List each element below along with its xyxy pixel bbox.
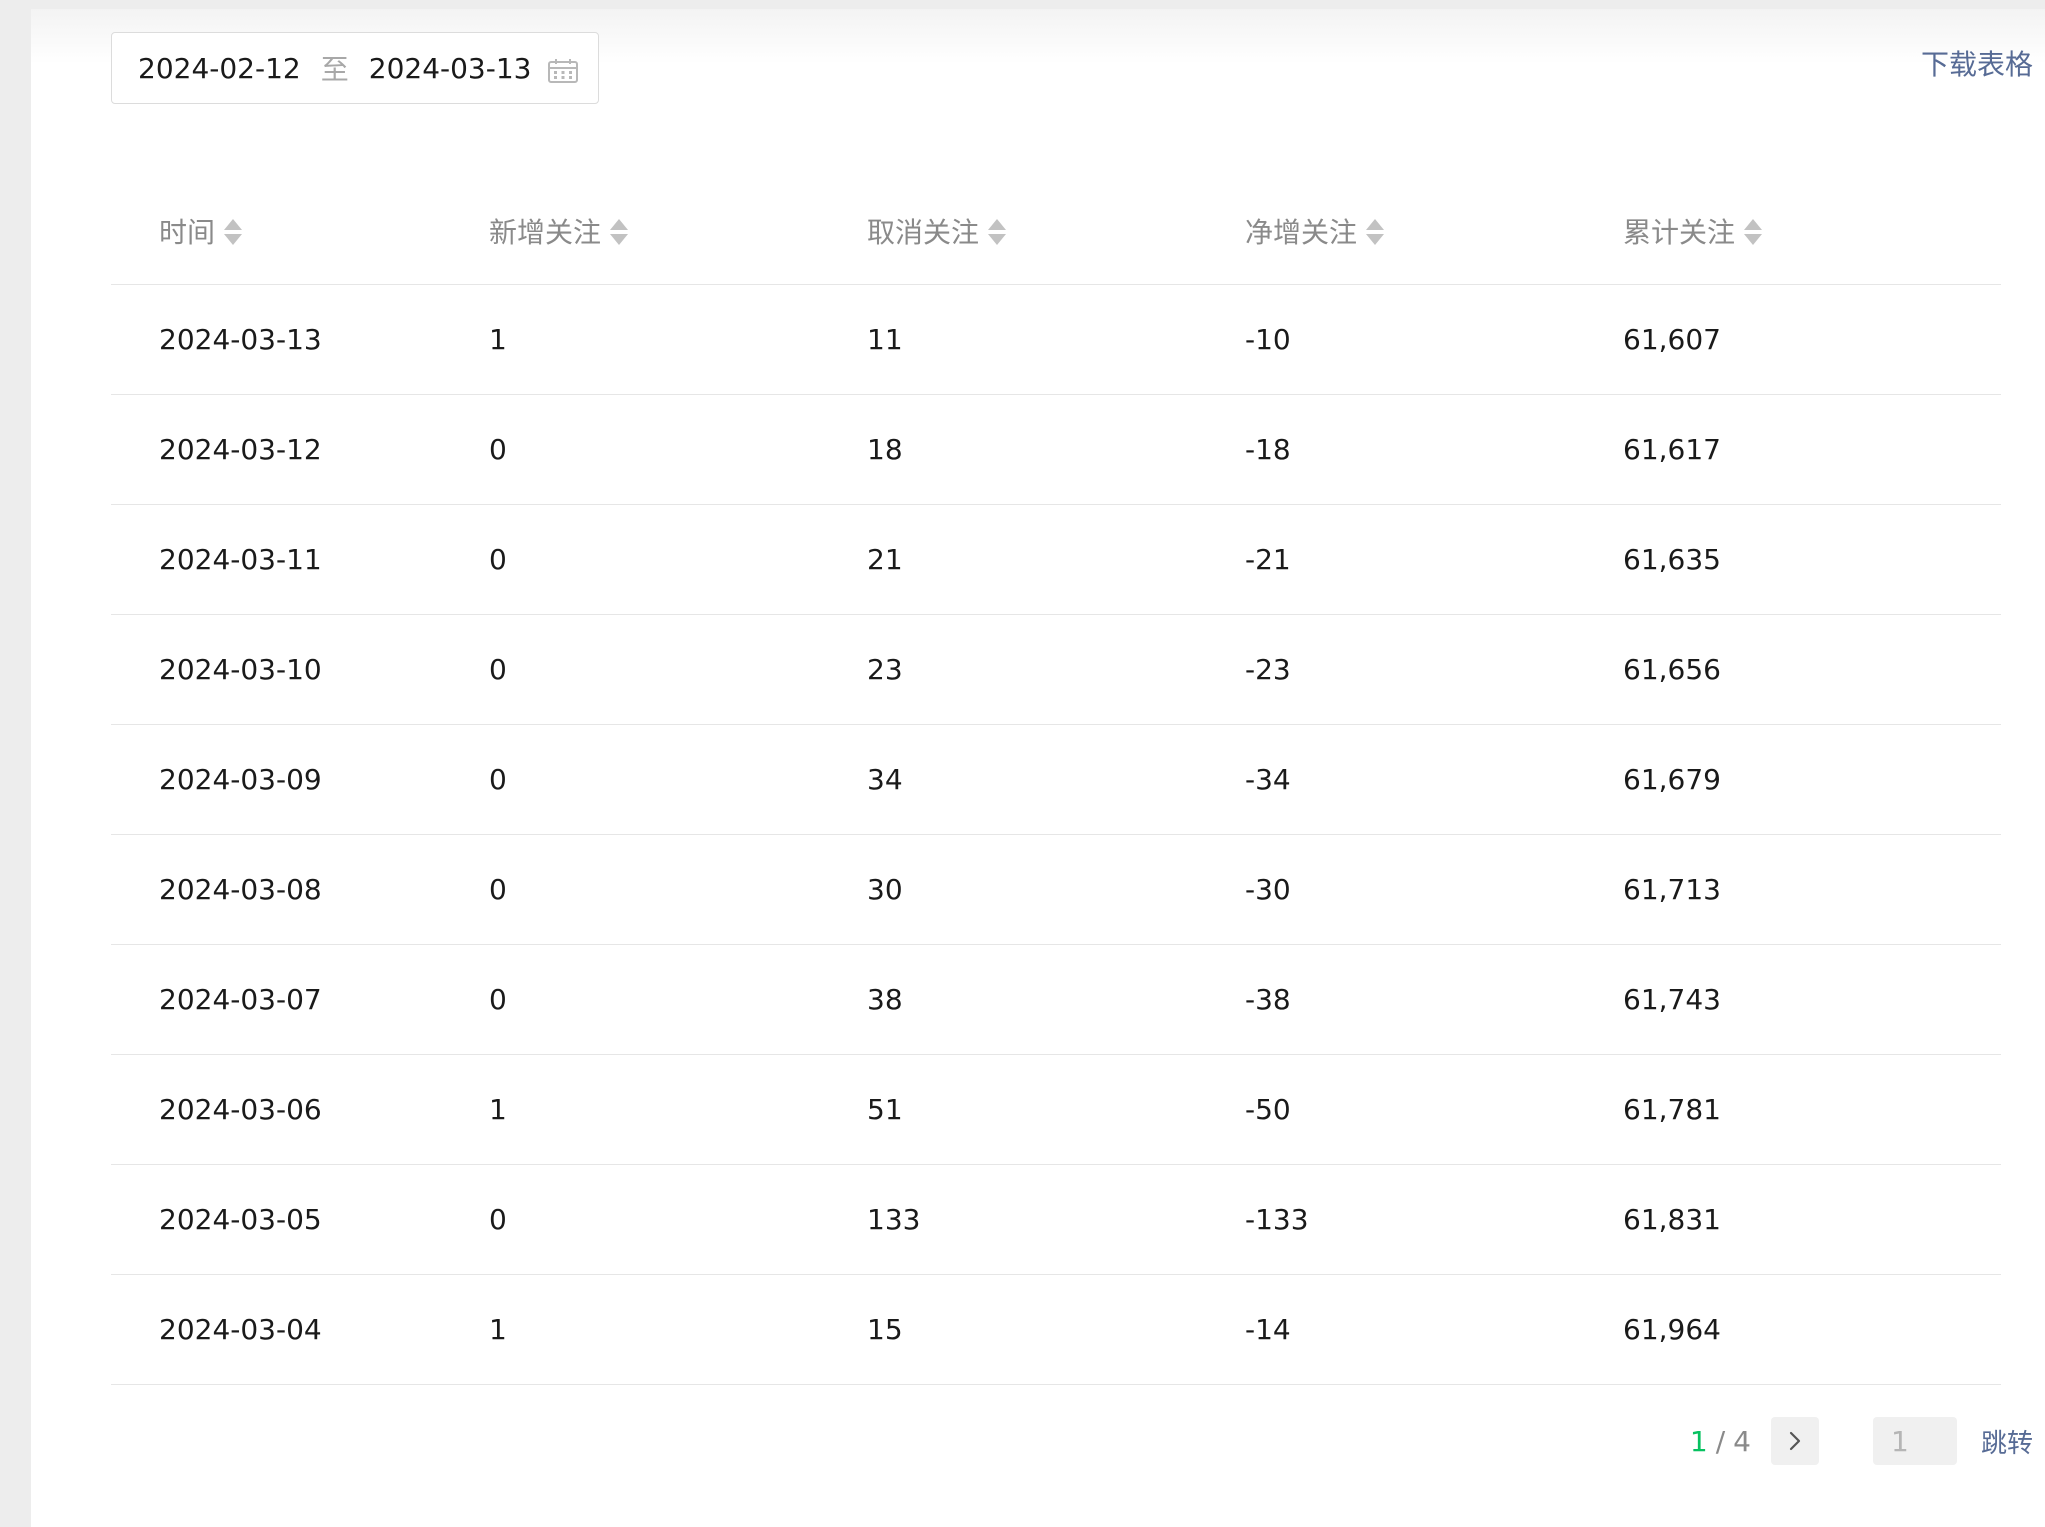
- cell-net-follows: -18: [1245, 394, 1623, 505]
- cell-time: 2024-03-08: [111, 834, 489, 945]
- cell-total-follows: 61,713: [1623, 834, 2001, 945]
- table-row: 2024-03-09 0 34 -34 61,679: [111, 724, 2001, 835]
- jump-button[interactable]: 跳转: [1981, 1423, 2033, 1460]
- chevron-right-icon: [1789, 1431, 1801, 1451]
- current-page: 1: [1689, 1424, 1708, 1458]
- header-label: 新增关注: [489, 215, 602, 249]
- cell-unfollows: 23: [867, 614, 1245, 725]
- cell-time: 2024-03-12: [111, 394, 489, 505]
- header-label: 净增关注: [1245, 215, 1358, 249]
- table-row: 2024-03-07 0 38 -38 61,743: [111, 944, 2001, 1055]
- header-net-follows[interactable]: 净增关注: [1245, 177, 1623, 285]
- cell-time: 2024-03-09: [111, 724, 489, 835]
- cell-new-follows: 1: [489, 284, 867, 395]
- pagination: 1 / 4 跳转: [1690, 1416, 2033, 1466]
- cell-unfollows: 133: [867, 1164, 1245, 1275]
- header-label: 时间: [159, 215, 216, 249]
- sort-icon[interactable]: [609, 217, 629, 247]
- cell-net-follows: -133: [1245, 1164, 1623, 1275]
- cell-total-follows: 61,635: [1623, 504, 2001, 615]
- cell-new-follows: 1: [489, 1274, 867, 1385]
- cell-total-follows: 61,743: [1623, 944, 2001, 1055]
- next-page-button[interactable]: [1770, 1417, 1819, 1465]
- cell-net-follows: -21: [1245, 504, 1623, 615]
- cell-new-follows: 0: [489, 1164, 867, 1275]
- download-table-link[interactable]: 下载表格: [1921, 43, 2033, 83]
- sort-icon[interactable]: [1365, 217, 1385, 247]
- cell-total-follows: 61,781: [1623, 1054, 2001, 1165]
- cell-time: 2024-03-10: [111, 614, 489, 725]
- cell-total-follows: 61,964: [1623, 1274, 2001, 1385]
- sort-icon[interactable]: [987, 217, 1007, 247]
- page-jump-input[interactable]: [1872, 1417, 1957, 1465]
- cell-net-follows: -34: [1245, 724, 1623, 835]
- cell-new-follows: 1: [489, 1054, 867, 1165]
- cell-unfollows: 11: [867, 284, 1245, 395]
- cell-net-follows: -38: [1245, 944, 1623, 1055]
- cell-unfollows: 30: [867, 834, 1245, 945]
- table-row: 2024-03-05 0 133 -133 61,831: [111, 1164, 2001, 1275]
- date-range-picker[interactable]: 2024-02-12 至 2024-03-13: [111, 32, 599, 104]
- sort-icon[interactable]: [223, 217, 243, 247]
- cell-time: 2024-03-07: [111, 944, 489, 1055]
- cell-net-follows: -10: [1245, 284, 1623, 395]
- page-separator: /: [1715, 1424, 1726, 1458]
- cell-new-follows: 0: [489, 834, 867, 945]
- cell-net-follows: -30: [1245, 834, 1623, 945]
- calendar-icon[interactable]: [548, 57, 578, 83]
- table-header-row: 时间 新增关注 取消关注 净增关注 累计关注: [111, 177, 2001, 285]
- header-time[interactable]: 时间: [111, 177, 489, 285]
- table-row: 2024-03-13 1 11 -10 61,607: [111, 284, 2001, 395]
- cell-total-follows: 61,617: [1623, 394, 2001, 505]
- content-panel: 2024-02-12 至 2024-03-13 下载表格 时间 新增关注 取消关…: [31, 9, 2045, 1527]
- cell-new-follows: 0: [489, 724, 867, 835]
- sort-icon[interactable]: [1743, 217, 1763, 247]
- cell-unfollows: 38: [867, 944, 1245, 1055]
- header-label: 累计关注: [1623, 215, 1736, 249]
- cell-new-follows: 0: [489, 614, 867, 725]
- followers-table: 时间 新增关注 取消关注 净增关注 累计关注 2024-03-13 1 11 -10 6…: [111, 177, 2001, 1385]
- date-range-separator: 至: [320, 53, 349, 86]
- cell-net-follows: -14: [1245, 1274, 1623, 1385]
- header-new-follows[interactable]: 新增关注: [489, 177, 867, 285]
- date-range-start[interactable]: 2024-02-12: [138, 52, 301, 85]
- table-row: 2024-03-04 1 15 -14 61,964: [111, 1274, 2001, 1385]
- table-row: 2024-03-11 0 21 -21 61,635: [111, 504, 2001, 615]
- table-row: 2024-03-08 0 30 -30 61,713: [111, 834, 2001, 945]
- header-label: 取消关注: [867, 215, 980, 249]
- header-total-follows[interactable]: 累计关注: [1623, 177, 2001, 285]
- date-range-end[interactable]: 2024-03-13: [369, 52, 532, 85]
- cell-total-follows: 61,656: [1623, 614, 2001, 725]
- cell-total-follows: 61,679: [1623, 724, 2001, 835]
- cell-total-follows: 61,831: [1623, 1164, 2001, 1275]
- cell-unfollows: 21: [867, 504, 1245, 615]
- cell-total-follows: 61,607: [1623, 284, 2001, 395]
- table-row: 2024-03-12 0 18 -18 61,617: [111, 394, 2001, 505]
- cell-unfollows: 15: [867, 1274, 1245, 1385]
- table-row: 2024-03-10 0 23 -23 61,656: [111, 614, 2001, 725]
- cell-time: 2024-03-11: [111, 504, 489, 615]
- cell-net-follows: -23: [1245, 614, 1623, 725]
- header-unfollows[interactable]: 取消关注: [867, 177, 1245, 285]
- table-row: 2024-03-06 1 51 -50 61,781: [111, 1054, 2001, 1165]
- cell-time: 2024-03-13: [111, 284, 489, 395]
- cell-unfollows: 18: [867, 394, 1245, 505]
- cell-new-follows: 0: [489, 394, 867, 505]
- cell-time: 2024-03-06: [111, 1054, 489, 1165]
- total-pages: 4: [1733, 1424, 1751, 1458]
- cell-unfollows: 34: [867, 724, 1245, 835]
- cell-time: 2024-03-05: [111, 1164, 489, 1275]
- cell-unfollows: 51: [867, 1054, 1245, 1165]
- cell-time: 2024-03-04: [111, 1274, 489, 1385]
- cell-net-follows: -50: [1245, 1054, 1623, 1165]
- cell-new-follows: 0: [489, 944, 867, 1055]
- cell-new-follows: 0: [489, 504, 867, 615]
